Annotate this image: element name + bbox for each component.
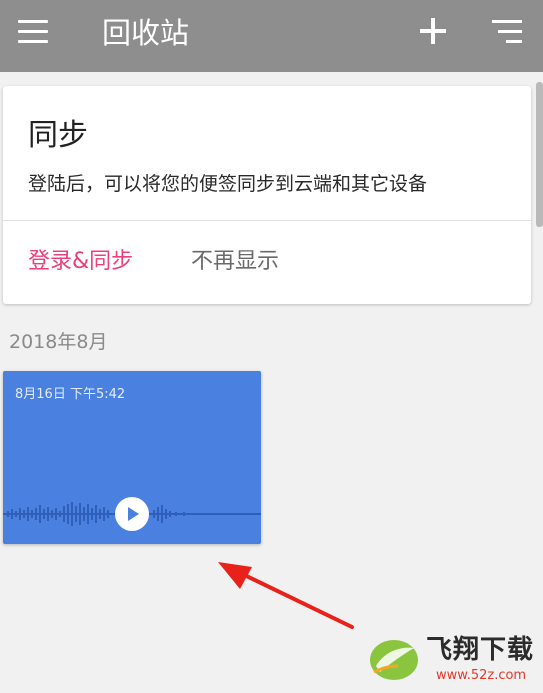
month-header: 2018年8月 xyxy=(9,331,108,353)
sort-icon[interactable] xyxy=(492,20,522,44)
add-icon[interactable] xyxy=(420,18,446,44)
play-icon xyxy=(128,507,139,521)
page-title: 回收站 xyxy=(102,16,190,50)
app-bar: 回收站 xyxy=(0,0,543,72)
sync-card: 同步 登陆后，可以将您的便签同步到云端和其它设备 登录&同步 不再显示 xyxy=(3,86,531,304)
watermark-brand: 飞翔下载 xyxy=(426,635,535,665)
login-sync-button[interactable]: 登录&同步 xyxy=(28,246,133,278)
dont-show-again-button[interactable]: 不再显示 xyxy=(191,246,279,278)
voice-note-card[interactable]: 8月16日 下午5:42 xyxy=(3,371,261,544)
note-date: 8月16日 下午5:42 xyxy=(15,387,126,402)
watermark: 飞翔下载 www.52z.com xyxy=(368,630,538,690)
play-button[interactable] xyxy=(115,497,149,531)
sync-card-description: 登陆后，可以将您的便签同步到云端和其它设备 xyxy=(28,173,428,195)
scrollbar[interactable] xyxy=(536,82,543,227)
card-divider xyxy=(3,220,531,221)
annotation-arrow xyxy=(218,562,354,629)
sync-card-title: 同步 xyxy=(28,118,88,153)
menu-icon[interactable] xyxy=(18,20,48,44)
leaf-logo-icon xyxy=(370,640,418,680)
watermark-url: www.52z.com xyxy=(436,668,527,683)
